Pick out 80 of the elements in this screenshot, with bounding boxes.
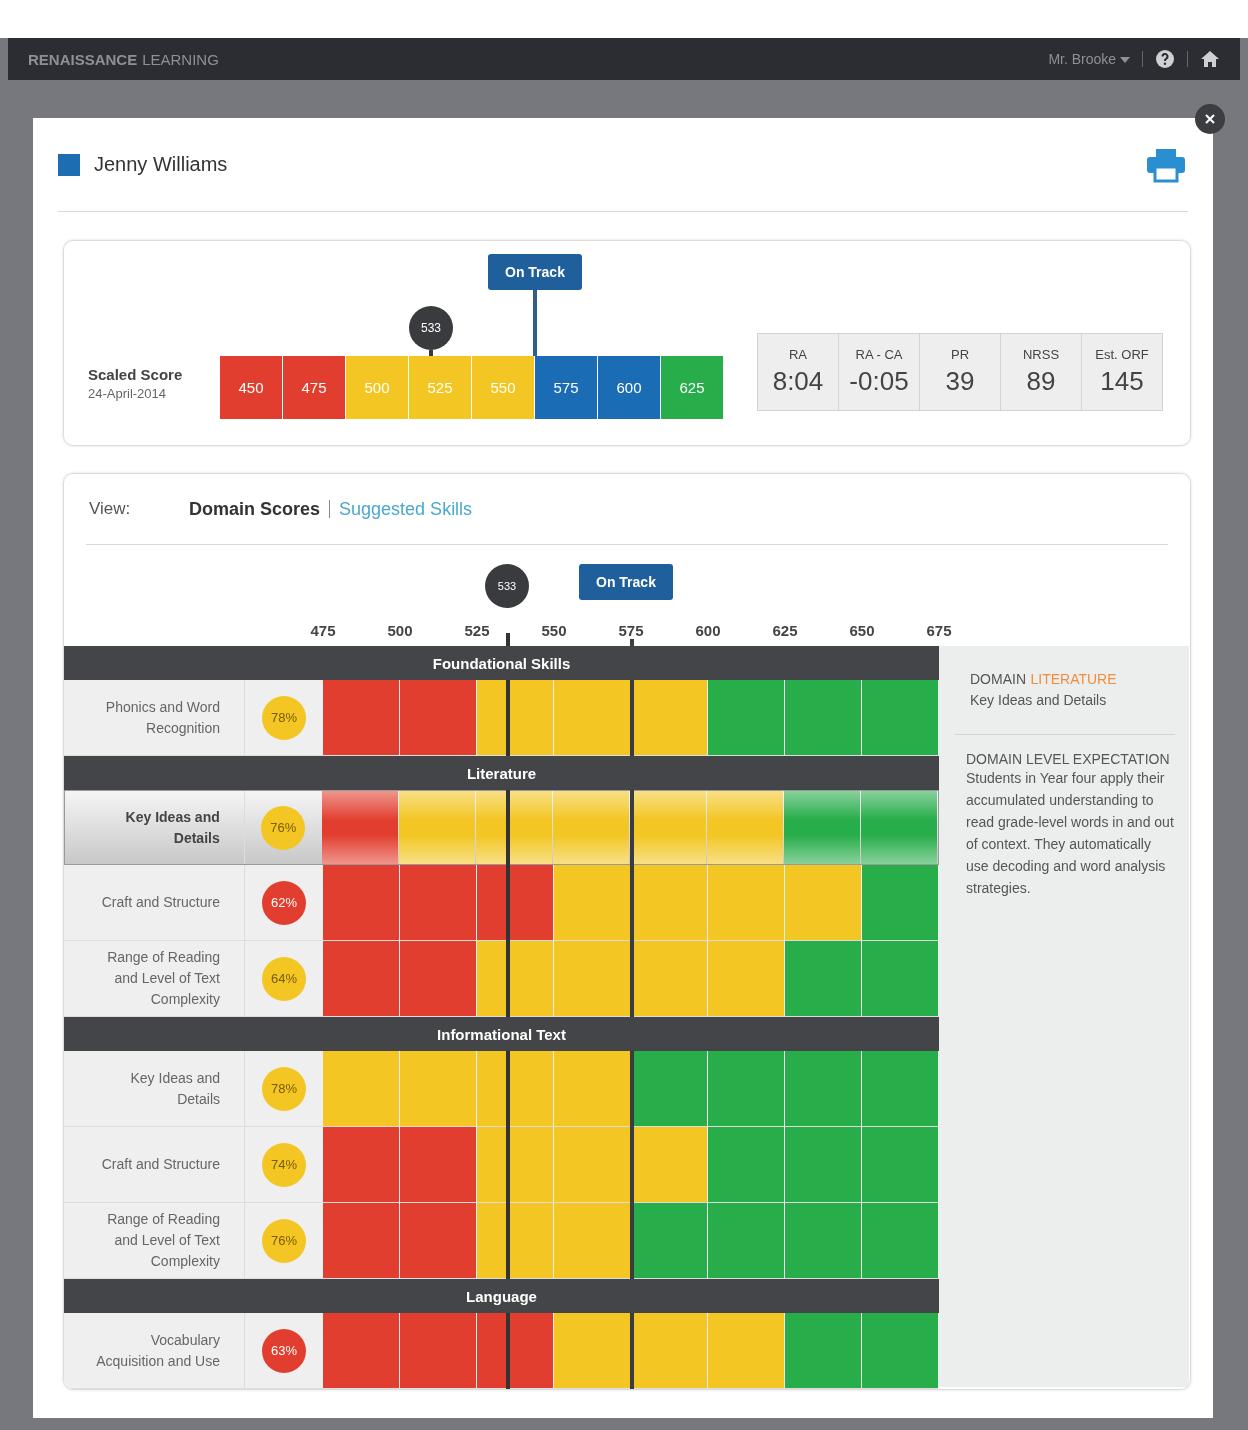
skill-row[interactable]: Range of Reading and Level of Text Complexity 64% bbox=[64, 941, 939, 1017]
skill-row[interactable]: Vocabulary Acquisition and Use 63% bbox=[64, 1313, 939, 1389]
score-band: 500 bbox=[346, 356, 408, 419]
score-band: 550 bbox=[472, 356, 534, 419]
axis-tick-label: 575 bbox=[618, 622, 644, 639]
axis-tick-label: 475 bbox=[310, 622, 336, 639]
stat-label: RA bbox=[788, 347, 808, 362]
skill-name: Key Ideas and Details bbox=[65, 791, 245, 864]
skill-name: Phonics and Word Recognition bbox=[64, 680, 245, 755]
percent-badge: 63% bbox=[262, 1328, 306, 1373]
home-icon[interactable] bbox=[1200, 49, 1220, 69]
view-tab[interactable]: Domain Scores bbox=[189, 498, 321, 520]
skill-name: Range of Reading and Level of Text Complexity bbox=[64, 941, 245, 1016]
score-marker: 533 bbox=[409, 306, 453, 350]
score-band: 625 bbox=[661, 356, 723, 419]
view-tab[interactable]: Suggested Skills bbox=[339, 498, 473, 520]
close-button[interactable] bbox=[1195, 104, 1225, 134]
expectation-title: DOMAIN LEVEL EXPECTATION bbox=[966, 751, 1171, 767]
skill-name: Vocabulary Acquisition and Use bbox=[64, 1313, 245, 1388]
score-date: 24-April-2014 bbox=[88, 386, 168, 401]
stat-label: RA - CA bbox=[855, 347, 903, 362]
percent-badge: 64% bbox=[262, 956, 306, 1001]
domain-label: DOMAIN bbox=[970, 671, 1026, 687]
percent-badge: 78% bbox=[262, 695, 306, 740]
skill-name: Craft and Structure bbox=[64, 865, 245, 940]
score-band: 600 bbox=[598, 356, 660, 419]
score-band: 575 bbox=[535, 356, 597, 419]
scaled-score-label: Scaled Score bbox=[88, 366, 184, 383]
axis-tick-label: 650 bbox=[849, 622, 875, 639]
skill-row[interactable]: Craft and Structure 62% bbox=[64, 865, 939, 941]
group-header: Literature bbox=[64, 756, 939, 790]
axis-tick-label: 550 bbox=[541, 622, 567, 639]
group-header: Informational Text bbox=[64, 1017, 939, 1051]
skill-name: Key Ideas and Details bbox=[970, 692, 1108, 708]
score-marker-stem bbox=[429, 350, 433, 356]
skill-name: Craft and Structure bbox=[64, 1127, 245, 1202]
on-track-flag: On Track bbox=[579, 564, 673, 600]
axis-tick-label: 600 bbox=[695, 622, 721, 639]
stat-label: NRSS bbox=[1022, 347, 1060, 362]
stat-label: PR bbox=[950, 347, 970, 362]
skill-name: Key Ideas and Details bbox=[64, 1051, 245, 1126]
skill-row[interactable]: Phonics and Word Recognition 78% bbox=[64, 680, 939, 756]
percent-badge: 76% bbox=[262, 1218, 306, 1263]
skill-row[interactable]: Craft and Structure 74% bbox=[64, 1127, 939, 1203]
print-icon[interactable] bbox=[1146, 146, 1186, 183]
brand-logo-text: RENAISSANCE bbox=[28, 50, 138, 68]
expectation-text: Students in Year four apply their accumulated understanding to read grade-level words in and out of context. They automatically use decoding and word analysis strategies. bbox=[966, 769, 1175, 898]
group-header: Language bbox=[64, 1279, 939, 1313]
axis-tick-label: 675 bbox=[926, 622, 952, 639]
score-band: 450 bbox=[220, 356, 282, 419]
skill-row[interactable]: Key Ideas and Details 78% bbox=[64, 1051, 939, 1127]
student-name: Jenny Williams bbox=[94, 153, 229, 176]
score-band: 525 bbox=[409, 356, 471, 419]
skill-row[interactable]: Range of Reading and Level of Text Complexity 76% bbox=[64, 1203, 939, 1279]
on-track-flag: On Track bbox=[488, 254, 582, 290]
stat-value: 89 bbox=[1026, 366, 1056, 397]
stat-value: 8:04 bbox=[772, 366, 824, 397]
group-header: Foundational Skills bbox=[64, 646, 939, 680]
percent-badge: 74% bbox=[262, 1142, 306, 1187]
percent-badge: 62% bbox=[262, 880, 306, 925]
close-icon bbox=[1205, 114, 1215, 124]
brand-logo-text: LEARNING bbox=[142, 50, 219, 68]
student-color-square bbox=[58, 153, 80, 176]
axis-tick-label: 500 bbox=[387, 622, 413, 639]
stat-value: 39 bbox=[945, 366, 975, 397]
score-marker: 533 bbox=[485, 564, 529, 608]
user-menu[interactable]: Mr. Brooke bbox=[1048, 51, 1130, 67]
percent-badge: 76% bbox=[261, 805, 306, 850]
stat-value: -0:05 bbox=[849, 366, 909, 397]
view-label: View: bbox=[89, 499, 132, 519]
skill-row[interactable]: Key Ideas and Details 76% bbox=[64, 790, 939, 865]
axis-tick-label: 525 bbox=[464, 622, 490, 639]
help-icon[interactable] bbox=[1155, 49, 1175, 69]
score-band: 475 bbox=[283, 356, 345, 419]
stat-value: 145 bbox=[1100, 366, 1144, 397]
stat-label: Est. ORF bbox=[1095, 347, 1149, 362]
axis-tick-label: 625 bbox=[772, 622, 798, 639]
percent-badge: 78% bbox=[262, 1066, 306, 1111]
skill-name: Range of Reading and Level of Text Complexity bbox=[64, 1203, 245, 1278]
domain-name: LITERATURE bbox=[1030, 671, 1117, 687]
